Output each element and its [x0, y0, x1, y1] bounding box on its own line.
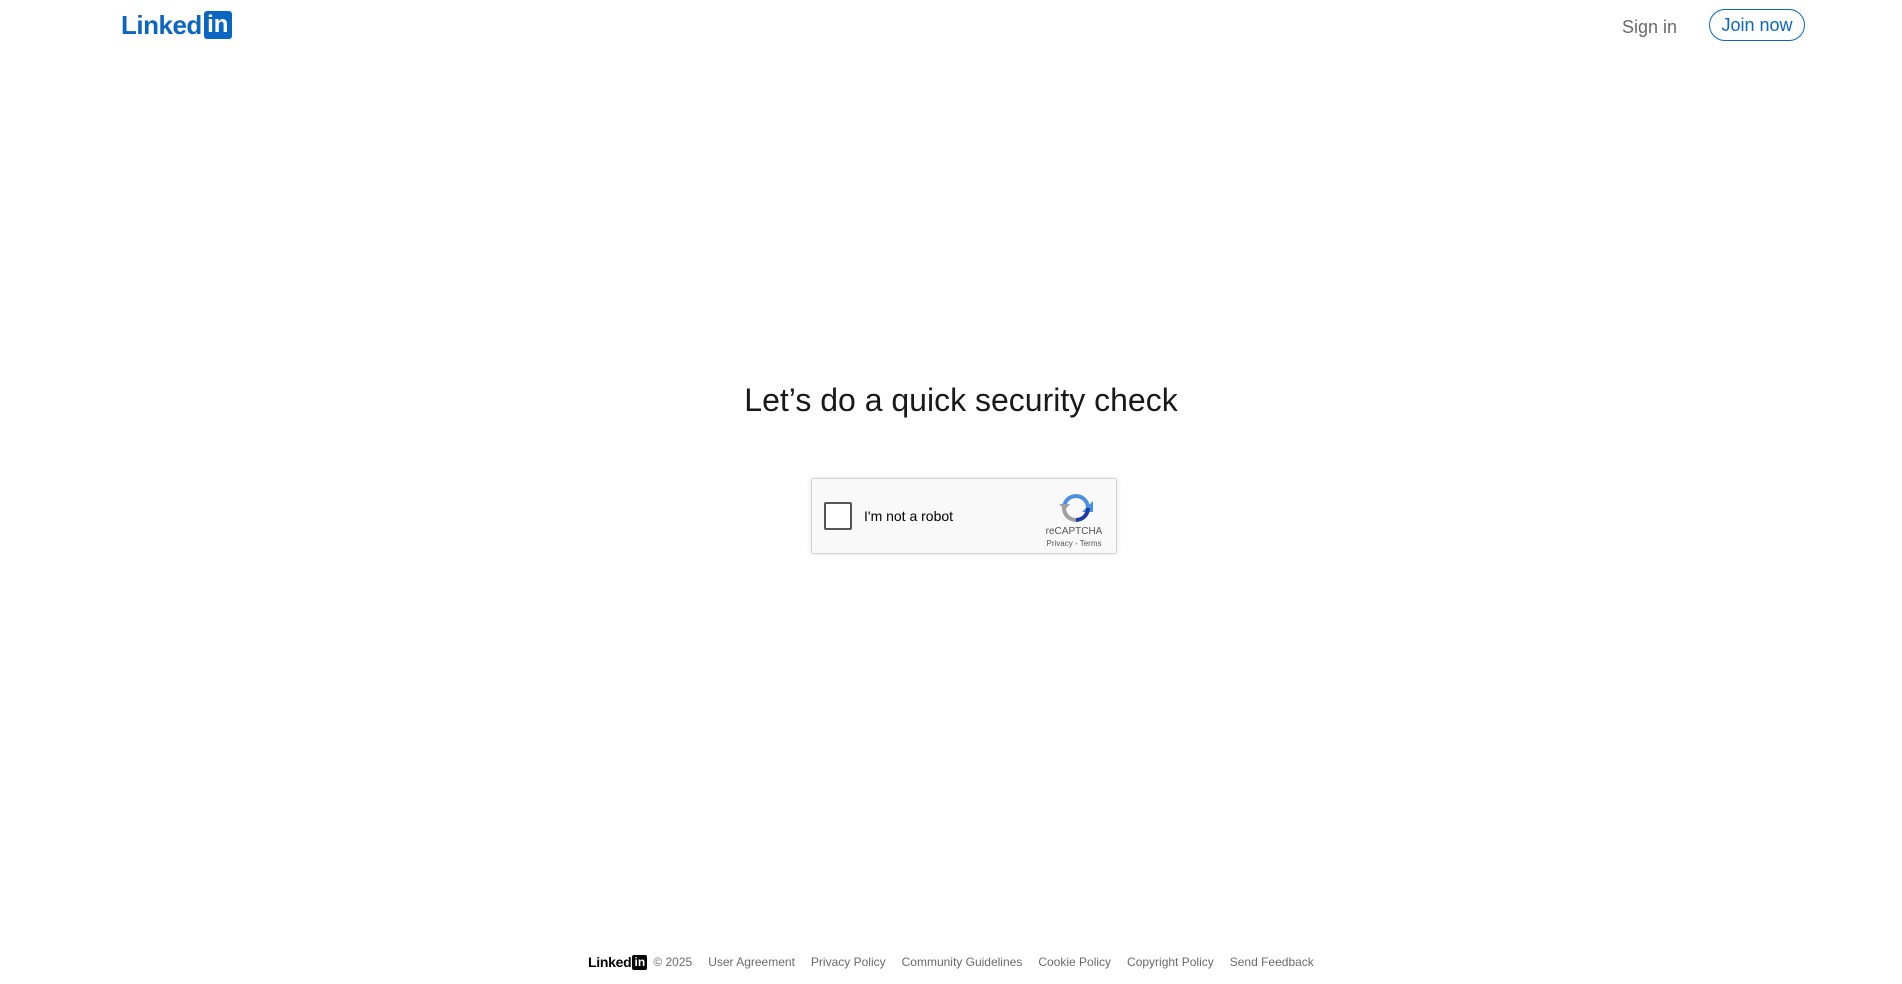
recaptcha-privacy-link[interactable]: Privacy	[1047, 539, 1073, 548]
recaptcha-widget: I'm not a robot reCAPTCHA Privacy - Term…	[811, 478, 1117, 554]
footer-logo: Linked in	[588, 954, 648, 970]
footer-link-cookie-policy[interactable]: Cookie Policy	[1038, 955, 1111, 969]
header: Linked in Sign in Join now	[0, 0, 1902, 52]
page: Linked in Sign in Join now Let’s do a qu…	[0, 0, 1902, 984]
join-now-button[interactable]: Join now	[1709, 9, 1805, 41]
recaptcha-separator: -	[1072, 539, 1080, 548]
footer-logo-in-box: in	[632, 954, 648, 970]
footer-link-user-agreement[interactable]: User Agreement	[708, 955, 795, 969]
recaptcha-label: I'm not a robot	[864, 508, 954, 524]
recaptcha-brand: reCAPTCHA	[1045, 526, 1103, 537]
footer: Linked in © 2025 User Agreement Privacy …	[588, 952, 1330, 972]
footer-link-community-guidelines[interactable]: Community Guidelines	[902, 955, 1023, 969]
recaptcha-checkbox[interactable]	[824, 502, 852, 530]
footer-link-copyright-policy[interactable]: Copyright Policy	[1127, 955, 1214, 969]
linkedin-logo[interactable]: Linked in	[121, 10, 232, 40]
footer-link-send-feedback[interactable]: Send Feedback	[1230, 955, 1314, 969]
recaptcha-terms-link[interactable]: Terms	[1080, 539, 1102, 548]
recaptcha-logo-icon	[1059, 494, 1093, 522]
logo-wordmark: Linked	[121, 10, 202, 40]
page-title: Let’s do a quick security check	[744, 382, 1178, 418]
sign-in-link[interactable]: Sign in	[1622, 15, 1677, 39]
footer-copyright: © 2025	[653, 955, 693, 969]
recaptcha-terms: Privacy - Terms	[1034, 539, 1114, 549]
footer-link-privacy-policy[interactable]: Privacy Policy	[811, 955, 886, 969]
logo-in-box: in	[203, 11, 232, 39]
footer-logo-wordmark: Linked	[588, 954, 632, 970]
